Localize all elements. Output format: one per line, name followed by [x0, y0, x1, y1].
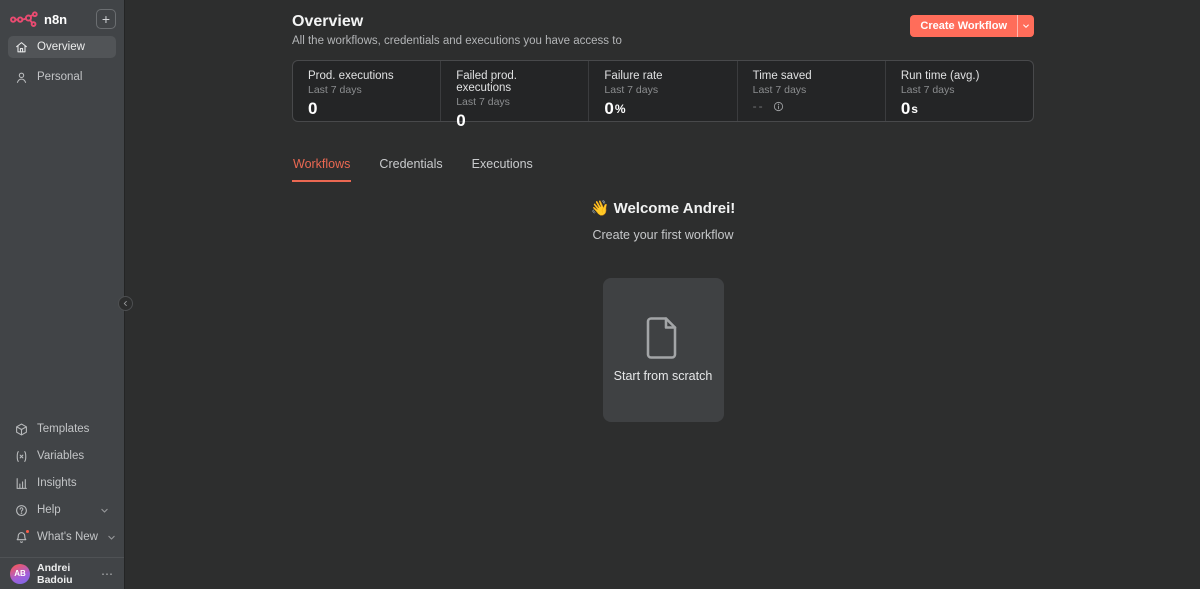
sidebar-item-personal[interactable]: Personal — [8, 66, 116, 88]
stat-label: Run time (avg.) — [901, 70, 1018, 82]
parentheses-x-icon — [15, 450, 28, 463]
stat-failure-rate: Failure rate Last 7 days 0% — [588, 61, 736, 121]
sidebar-item-label: Overview — [37, 41, 85, 53]
tab-executions[interactable]: Executions — [471, 153, 534, 182]
stat-label: Time saved — [753, 70, 870, 82]
stat-period: Last 7 days — [604, 84, 721, 96]
stat-value: 0% — [604, 99, 721, 119]
create-workflow-split-button: Create Workflow — [910, 15, 1034, 37]
sidebar-item-label: Personal — [37, 71, 82, 83]
start-from-scratch-label: Start from scratch — [614, 369, 713, 383]
user-icon — [15, 71, 28, 84]
stat-failed-prod-executions: Failed prod. executions Last 7 days 0 — [440, 61, 588, 121]
stats-panel: Prod. executions Last 7 days 0 Failed pr… — [292, 60, 1034, 122]
page-title: Overview — [292, 13, 622, 31]
stat-value: 0 — [308, 99, 425, 119]
add-workflow-button[interactable]: + — [96, 9, 116, 29]
sidebar-nav-bottom: Templates Variables Insights — [0, 418, 124, 557]
create-workflow-dropdown-button[interactable] — [1017, 15, 1034, 37]
tab-bar: Workflows Credentials Executions — [292, 153, 1034, 182]
avatar: AB — [10, 564, 30, 584]
stat-value: 0 — [456, 111, 573, 131]
brand-name: n8n — [44, 12, 67, 27]
home-icon — [15, 41, 28, 54]
stat-period: Last 7 days — [308, 84, 425, 96]
sidebar-item-label: Templates — [37, 423, 89, 435]
chevron-down-icon — [107, 533, 116, 542]
start-from-scratch-card[interactable]: Start from scratch — [603, 278, 724, 422]
sidebar-collapse-button[interactable] — [118, 296, 133, 311]
sidebar-item-label: Help — [37, 504, 61, 516]
sidebar-item-overview[interactable]: Overview — [8, 36, 116, 58]
user-name: Andrei Badoiu — [37, 562, 94, 586]
page-subtitle: All the workflows, credentials and execu… — [292, 35, 622, 47]
stat-label: Failed prod. executions — [456, 70, 573, 94]
stat-period: Last 7 days — [456, 96, 573, 108]
notification-dot — [25, 529, 30, 534]
stat-period: Last 7 days — [901, 84, 1018, 96]
page-header: Overview All the workflows, credentials … — [292, 13, 1034, 47]
bar-chart-icon — [15, 477, 28, 490]
chevron-down-icon — [100, 506, 109, 515]
stat-label: Failure rate — [604, 70, 721, 82]
welcome-title: 👋 Welcome Andrei! — [292, 199, 1034, 217]
n8n-logo-icon — [10, 11, 38, 27]
sidebar-item-variables[interactable]: Variables — [8, 445, 116, 467]
sidebar-item-label: Variables — [37, 450, 84, 462]
main-area: Overview All the workflows, credentials … — [126, 0, 1200, 589]
question-circle-icon — [15, 504, 28, 517]
logo-row: n8n + — [0, 0, 124, 36]
tab-workflows[interactable]: Workflows — [292, 153, 351, 182]
chevron-left-icon — [122, 300, 129, 307]
info-icon[interactable] — [773, 101, 784, 112]
sidebar-item-templates[interactable]: Templates — [8, 418, 116, 440]
sidebar-item-label: What's New — [37, 531, 98, 543]
sidebar-item-label: Insights — [37, 477, 77, 489]
stat-time-saved: Time saved Last 7 days -- — [737, 61, 885, 121]
bell-icon — [15, 531, 28, 544]
stat-prod-executions: Prod. executions Last 7 days 0 — [293, 61, 440, 121]
sidebar: n8n + Overview Personal — [0, 0, 125, 589]
welcome-section: 👋 Welcome Andrei! Create your first work… — [292, 199, 1034, 422]
stat-run-time-avg: Run time (avg.) Last 7 days 0s — [885, 61, 1033, 121]
sidebar-item-insights[interactable]: Insights — [8, 472, 116, 494]
create-workflow-button[interactable]: Create Workflow — [910, 15, 1017, 37]
sidebar-nav-top: Overview Personal — [0, 36, 124, 96]
sidebar-item-help[interactable]: Help — [8, 499, 116, 521]
sidebar-item-whats-new[interactable]: What's New — [8, 526, 116, 548]
file-icon — [645, 317, 681, 359]
stat-value: 0s — [901, 99, 1018, 119]
stat-period: Last 7 days — [753, 84, 870, 96]
tab-credentials[interactable]: Credentials — [378, 153, 443, 182]
stat-label: Prod. executions — [308, 70, 425, 82]
user-menu-row[interactable]: AB Andrei Badoiu ⋯ — [0, 557, 124, 589]
package-icon — [15, 423, 28, 436]
stat-value: -- — [753, 99, 870, 113]
welcome-subtitle: Create your first workflow — [292, 228, 1034, 242]
user-options-icon[interactable]: ⋯ — [101, 567, 114, 581]
